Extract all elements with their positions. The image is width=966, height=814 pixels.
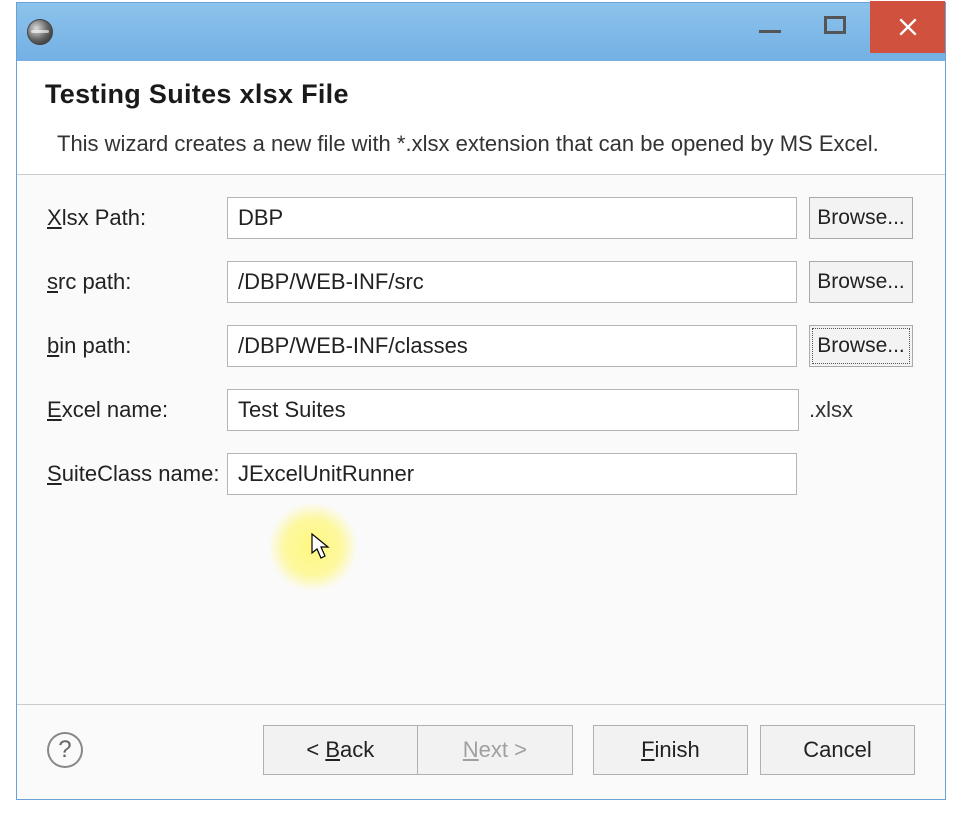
src-path-browse-button[interactable]: Browse... [809,261,913,303]
bin-path-label: bin path: [47,333,227,359]
finish-button[interactable]: Finish [593,725,748,775]
cancel-button[interactable]: Cancel [760,725,915,775]
wizard-description: This wizard creates a new file with *.xl… [45,128,917,160]
xlsx-path-label: Xlsx Path: [47,205,227,231]
cursor-icon [311,533,333,561]
bin-path-input[interactable] [227,325,797,367]
xlsx-path-browse-button[interactable]: Browse... [809,197,913,239]
excel-name-row: Excel name: .xlsx [47,389,913,431]
src-path-input[interactable] [227,261,797,303]
suiteclass-name-label: SuiteClass name: [47,461,227,487]
suiteclass-name-row: SuiteClass name: [47,453,913,495]
wizard-title: Testing Suites xlsx File [45,79,917,110]
bin-path-row: bin path: Browse... [47,325,913,367]
xlsx-path-input[interactable] [227,197,797,239]
form-area: Xlsx Path: Browse... src path: Browse...… [17,175,945,525]
eclipse-icon [27,19,53,45]
excel-name-label: Excel name: [47,397,227,423]
bin-path-browse-button[interactable]: Browse... [809,325,913,367]
minimize-button[interactable] [740,3,800,47]
xlsx-path-row: Xlsx Path: Browse... [47,197,913,239]
form-spacer [17,525,945,705]
help-button[interactable]: ? [47,732,83,768]
excel-extension-label: .xlsx [809,397,913,423]
maximize-button[interactable] [800,3,870,47]
back-button[interactable]: < Back [263,725,418,775]
excel-name-input[interactable] [227,389,799,431]
button-bar: ? < Back Next > Finish Cancel [17,705,945,799]
dialog-window: Testing Suites xlsx File This wizard cre… [16,2,946,800]
close-button[interactable] [870,1,945,53]
wizard-header: Testing Suites xlsx File This wizard cre… [17,61,945,175]
suiteclass-name-input[interactable] [227,453,797,495]
src-path-label: src path: [47,269,227,295]
src-path-row: src path: Browse... [47,261,913,303]
next-button: Next > [418,725,573,775]
titlebar[interactable] [17,3,945,61]
